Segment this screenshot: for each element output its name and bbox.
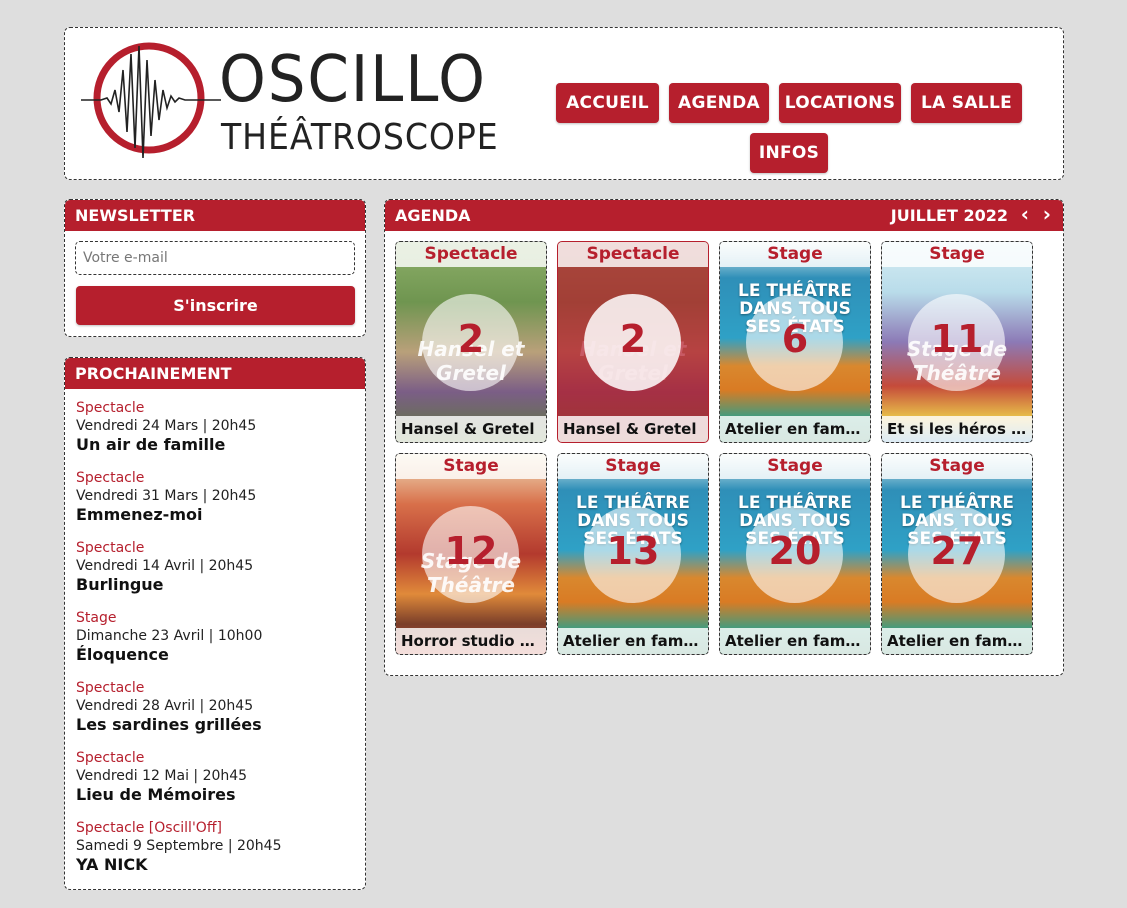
chevron-left-icon[interactable]: ‹ xyxy=(1021,200,1029,229)
event-date: Vendredi 28 Avril | 20h45 xyxy=(76,698,254,714)
event-date: Dimanche 23 Avril | 10h00 xyxy=(76,628,263,644)
card-title[interactable]: Atelier en famille : Le théâtre dans tou… xyxy=(882,628,1032,654)
upcoming-item[interactable]: Spectacle Vendredi 12 Mai | 20h45 Lieu d… xyxy=(76,749,359,819)
card-type: Spectacle xyxy=(396,242,546,267)
event-title[interactable]: Un air de famille xyxy=(76,435,359,455)
upcoming-item[interactable]: Spectacle Vendredi 24 Mars | 20h45 Un ai… xyxy=(76,399,359,469)
agenda-card[interactable]: LE THÉÂTREDANS TOUS SES ÉTATS13StageAtel… xyxy=(557,453,709,655)
upcoming-heading: PROCHAINEMENT xyxy=(65,358,365,389)
upcoming-item[interactable]: Spectacle Vendredi 31 Mars | 20h45 Emmen… xyxy=(76,469,359,539)
event-title[interactable]: Burlingue xyxy=(76,575,359,595)
card-title[interactable]: Atelier en famille : Le théâtre dans tou… xyxy=(720,628,870,654)
event-title[interactable]: Les sardines grillées xyxy=(76,715,359,735)
event-title[interactable]: YA NICK xyxy=(76,855,359,875)
card-title[interactable]: Atelier en famille : Le théâtre dans tou… xyxy=(558,628,708,654)
oscillo-logo[interactable]: OSCILLO THÉÂTROSCOPE xyxy=(81,40,501,170)
event-date: Vendredi 24 Mars | 20h45 xyxy=(76,418,257,434)
brand-line2: THÉÂTROSCOPE xyxy=(221,117,499,158)
agenda-panel: AGENDA JUILLET 2022 ‹ › Hansel etGretel2… xyxy=(384,199,1064,676)
agenda-card[interactable]: Stage deThéâtre11StageEt si les héros de… xyxy=(881,241,1033,443)
agenda-card[interactable]: LE THÉÂTREDANS TOUS SES ÉTATS6StageAteli… xyxy=(719,241,871,443)
card-day: 6 xyxy=(781,317,809,361)
card-day: 27 xyxy=(930,529,984,573)
card-title[interactable]: Horror studio ! Mangas et autres animés xyxy=(396,628,546,654)
event-type: Spectacle [Oscill'Off] xyxy=(76,820,222,836)
event-date: Vendredi 14 Avril | 20h45 xyxy=(76,558,254,574)
card-title[interactable]: Atelier en famille : Le théâtre dans tou… xyxy=(720,416,870,442)
card-type: Stage xyxy=(720,454,870,479)
newsletter-heading: NEWSLETTER xyxy=(65,200,365,231)
chevron-right-icon[interactable]: › xyxy=(1043,200,1051,229)
event-title[interactable]: Éloquence xyxy=(76,645,359,665)
event-title[interactable]: Emmenez-moi xyxy=(76,505,359,525)
upcoming-item[interactable]: Spectacle [Oscill'Off] Samedi 9 Septembr… xyxy=(76,819,359,889)
agenda-title: AGENDA xyxy=(395,206,471,225)
nav-accueil[interactable]: ACCUEIL xyxy=(556,83,659,123)
card-type: Stage xyxy=(882,454,1032,479)
upcoming-list: Spectacle Vendredi 24 Mars | 20h45 Un ai… xyxy=(76,399,359,889)
card-title[interactable]: Et si les héros des contes vivaient aujo… xyxy=(882,416,1032,442)
site-header: OSCILLO THÉÂTROSCOPE ACCUEIL AGENDA LOCA… xyxy=(64,27,1064,180)
card-title[interactable]: Hansel & Gretel xyxy=(396,416,546,442)
oscilloscope-logo-icon xyxy=(81,42,221,159)
card-type: Stage xyxy=(396,454,546,479)
event-type: Spectacle xyxy=(76,750,145,766)
agenda-card[interactable]: Hansel etGretel2SpectacleHansel & Gretel xyxy=(395,241,547,443)
card-day: 11 xyxy=(930,317,984,361)
card-day: 13 xyxy=(606,529,660,573)
card-type: Stage xyxy=(558,454,708,479)
event-date: Vendredi 12 Mai | 20h45 xyxy=(76,768,248,784)
event-title[interactable]: Lieu de Mémoires xyxy=(76,785,359,805)
event-date: Vendredi 31 Mars | 20h45 xyxy=(76,488,257,504)
upcoming-item[interactable]: Spectacle Vendredi 28 Avril | 20h45 Les … xyxy=(76,679,359,749)
upcoming-item[interactable]: Spectacle Vendredi 14 Avril | 20h45 Burl… xyxy=(76,539,359,609)
event-date: Samedi 9 Septembre | 20h45 xyxy=(76,838,282,854)
newsletter-panel: NEWSLETTER S'inscrire xyxy=(64,199,366,337)
agenda-card[interactable]: Hansel etGretel2SpectacleHansel & Gretel xyxy=(557,241,709,443)
nav-infos[interactable]: INFOS xyxy=(750,133,828,173)
nav-locations[interactable]: LOCATIONS xyxy=(779,83,901,123)
subscribe-button[interactable]: S'inscrire xyxy=(76,286,355,325)
nav-la-salle[interactable]: LA SALLE xyxy=(911,83,1022,123)
card-day: 2 xyxy=(619,317,647,361)
card-day: 12 xyxy=(444,529,498,573)
card-day: 2 xyxy=(457,317,485,361)
agenda-card[interactable]: Stage deThéâtre12StageHorror studio ! Ma… xyxy=(395,453,547,655)
email-field[interactable] xyxy=(75,241,355,275)
upcoming-item[interactable]: Stage Dimanche 23 Avril | 10h00 Éloquenc… xyxy=(76,609,359,679)
agenda-card[interactable]: LE THÉÂTREDANS TOUS SES ÉTATS27StageAtel… xyxy=(881,453,1033,655)
card-type: Spectacle xyxy=(558,242,708,267)
brand-line1: OSCILLO xyxy=(219,43,487,117)
card-title[interactable]: Hansel & Gretel xyxy=(558,416,708,442)
card-type: Stage xyxy=(882,242,1032,267)
event-type: Spectacle xyxy=(76,540,145,556)
agenda-month: JUILLET 2022 xyxy=(890,206,1008,225)
event-type: Stage xyxy=(76,610,117,626)
agenda-card[interactable]: LE THÉÂTREDANS TOUS SES ÉTATS20StageAtel… xyxy=(719,453,871,655)
nav-agenda[interactable]: AGENDA xyxy=(669,83,769,123)
event-type: Spectacle xyxy=(76,470,145,486)
card-type: Stage xyxy=(720,242,870,267)
upcoming-panel: PROCHAINEMENT Spectacle Vendredi 24 Mars… xyxy=(64,357,366,890)
card-day: 20 xyxy=(768,529,822,573)
event-type: Spectacle xyxy=(76,680,145,696)
event-type: Spectacle xyxy=(76,400,145,416)
